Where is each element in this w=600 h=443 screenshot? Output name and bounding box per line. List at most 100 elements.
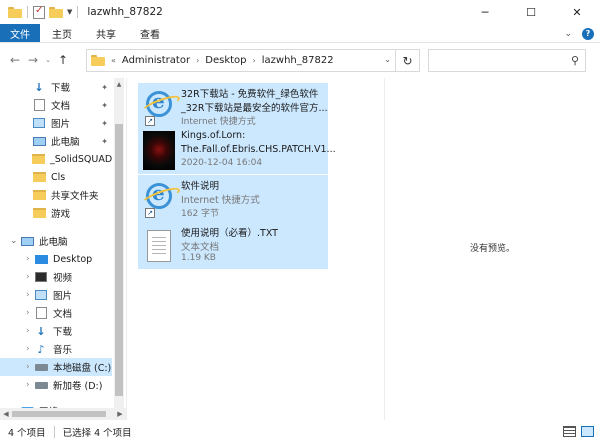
new-folder-icon[interactable] (49, 6, 63, 18)
details-view-icon[interactable] (563, 426, 576, 437)
tab-file[interactable]: 文件 (0, 24, 40, 42)
nav-item-music[interactable]: › ♪ 音乐 (0, 340, 112, 358)
file-name-line1: 软件说明 (181, 181, 220, 192)
large-icons-view-icon[interactable] (581, 426, 594, 437)
selected-count: 已选择 4 个项目 (62, 427, 132, 439)
file-type: Internet 快捷方式 (181, 195, 260, 206)
no-preview-message: 没有预览。 (469, 244, 515, 254)
chevron-right-icon[interactable]: › (26, 272, 34, 282)
maximize-button[interactable]: ☐ (508, 0, 554, 24)
breadcrumb-overflow[interactable]: « (111, 56, 116, 65)
file-item[interactable]: ↗ 32R下载站 - 免费软件_绿色软件 _32R下载站是最安全的软件官方...… (138, 83, 328, 130)
window-title: lazwhh_87822 (87, 6, 163, 18)
close-button[interactable]: ✕ (554, 0, 600, 24)
navigation-pane-hscrollbar[interactable]: ◀ ▶ (0, 408, 126, 420)
help-icon[interactable]: ? (582, 27, 594, 40)
music-icon: ♪ (37, 342, 45, 356)
computer-icon (20, 235, 34, 247)
tab-view[interactable]: 查看 (128, 24, 172, 42)
scroll-left-arrow[interactable]: ◀ (0, 408, 12, 420)
nav-item-downloads-pc[interactable]: › ↓ 下载 (0, 322, 112, 340)
folder-icon (32, 207, 46, 219)
breadcrumb-current-folder[interactable]: lazwhh_87822 (262, 55, 334, 66)
chevron-right-icon[interactable]: › (26, 380, 34, 390)
chevron-right-icon[interactable]: › (26, 290, 34, 300)
tab-share[interactable]: 共享 (84, 24, 128, 42)
internet-shortcut-icon: ↗ (143, 87, 175, 126)
chevron-down-icon[interactable]: ⌄ (10, 236, 20, 246)
nav-item-pictures-pc[interactable]: › 图片 (0, 286, 112, 304)
file-item[interactable]: Kings.of.Lorn: The.Fall.of.Ebris.CHS.PAT… (138, 127, 336, 174)
file-item[interactable]: ↗ 软件说明 Internet 快捷方式 162 字节 (138, 175, 328, 222)
nav-item-label: _SolidSQUAD_ (50, 153, 112, 165)
nav-item-solidsquad[interactable]: _SolidSQUAD_ (0, 150, 112, 168)
nav-item-videos[interactable]: › 视频 (0, 268, 112, 286)
file-name-line2: The.Fall.of.Ebris.CHS.PATCH.V1... (181, 144, 336, 155)
nav-item-documents[interactable]: 文档 ✦ (0, 96, 112, 114)
nav-item-desktop[interactable]: › Desktop (0, 250, 112, 268)
nav-item-label: 图片 (51, 119, 71, 130)
refresh-button[interactable]: ↻ (395, 50, 419, 71)
nav-item-games[interactable]: 游戏 (0, 204, 112, 222)
up-button[interactable]: ↑ (54, 53, 72, 67)
file-item[interactable]: 使用说明（必看）.TXT 文本文档 1.19 KB (138, 222, 328, 269)
navigation-pane: ↓ 下载 ✦ 文档 ✦ 图片 ✦ 此电脑 ✦ _SolidSQUAD_ Cls … (0, 78, 126, 420)
scroll-thumb[interactable] (12, 411, 106, 417)
back-button[interactable]: ← (6, 53, 24, 67)
nav-item-this-pc[interactable]: ⌄ 此电脑 (0, 232, 112, 250)
forward-button[interactable]: → (24, 53, 42, 67)
chevron-right-icon[interactable]: › (26, 362, 34, 372)
properties-icon[interactable] (33, 5, 45, 19)
status-bar: 4 个项目 已选择 4 个项目 (0, 420, 600, 443)
nav-item-label: Desktop (53, 253, 93, 265)
scroll-thumb[interactable] (115, 124, 123, 396)
chevron-right-icon[interactable]: › (26, 254, 34, 264)
pictures-icon (32, 117, 46, 129)
nav-item-label: 文档 (53, 309, 73, 320)
toolbar-divider (27, 6, 28, 18)
address-dropdown-icon[interactable]: ⌄ (384, 55, 391, 64)
nav-item-pictures[interactable]: 图片 ✦ (0, 114, 112, 132)
game-thumbnail (143, 131, 175, 170)
scroll-up-arrow[interactable]: ▲ (114, 78, 124, 90)
shortcut-arrow-icon: ↗ (145, 116, 155, 126)
desktop-icon (34, 253, 48, 265)
breadcrumb-separator[interactable]: › (253, 56, 256, 65)
address-bar[interactable]: « Administrator › Desktop › lazwhh_87822… (86, 49, 420, 72)
nav-item-shared-folder[interactable]: 共享文件夹 (0, 186, 112, 204)
drive-icon (34, 379, 48, 391)
ribbon-tabs: 文件 主页 共享 查看 ⌄ ? (0, 24, 600, 43)
folder-icon (8, 6, 22, 18)
nav-item-this-pc-pinned[interactable]: 此电脑 ✦ (0, 132, 112, 150)
tab-home[interactable]: 主页 (40, 24, 84, 42)
preview-pane: 没有预览。 (384, 78, 600, 420)
chevron-right-icon[interactable]: › (26, 344, 34, 354)
breadcrumb-separator[interactable]: › (196, 56, 199, 65)
nav-item-label: 文档 (51, 101, 71, 112)
expand-ribbon-icon[interactable]: ⌄ (564, 29, 572, 39)
nav-item-volume-d[interactable]: › 新加卷 (D:) (0, 376, 112, 394)
file-type: 文本文档 (181, 242, 220, 253)
breadcrumb-administrator[interactable]: Administrator (122, 55, 190, 66)
search-input[interactable]: ⚲ (428, 49, 586, 72)
nav-item-label: 视频 (53, 273, 73, 284)
customize-toolbar-icon[interactable]: ▼ (67, 8, 72, 16)
nav-item-downloads[interactable]: ↓ 下载 ✦ (0, 78, 112, 96)
nav-item-label: 本地磁盘 (C:) (53, 363, 112, 374)
navigation-pane-scrollbar[interactable]: ▲ ▼ (114, 78, 124, 420)
nav-item-cls[interactable]: Cls (0, 168, 112, 186)
recent-locations-button[interactable]: ⌄ (42, 56, 54, 64)
chevron-right-icon[interactable]: › (26, 326, 34, 336)
nav-item-documents-pc[interactable]: › 文档 (0, 304, 112, 322)
shortcut-arrow-icon: ↗ (145, 208, 155, 218)
scroll-right-arrow[interactable]: ▶ (114, 408, 126, 420)
minimize-button[interactable]: ─ (462, 0, 508, 24)
folder-icon (32, 153, 45, 165)
pin-icon: ✦ (101, 82, 108, 92)
chevron-right-icon[interactable]: › (26, 308, 34, 318)
pin-icon: ✦ (101, 136, 108, 146)
nav-item-local-disk-c[interactable]: › 本地磁盘 (C:) (0, 358, 112, 376)
breadcrumb-desktop[interactable]: Desktop (205, 55, 246, 66)
navigation-bar: ← → ⌄ ↑ « Administrator › Desktop › lazw… (0, 44, 600, 76)
nav-item-label: 此电脑 (39, 237, 68, 248)
